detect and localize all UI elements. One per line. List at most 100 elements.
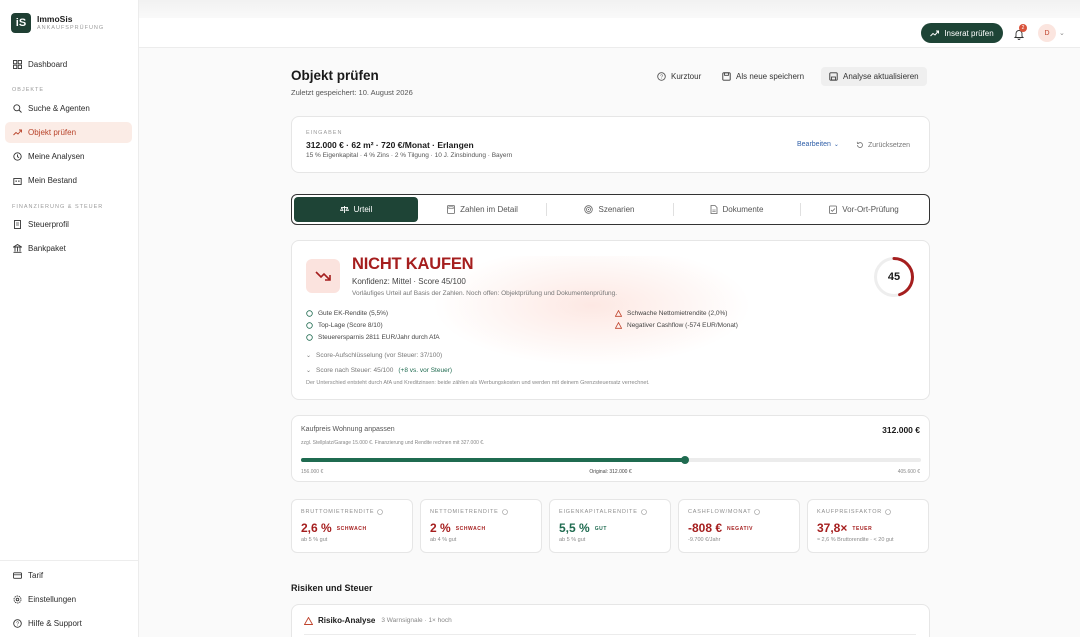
slider-title: Kaufpreis Wohnung anpassen xyxy=(301,426,395,433)
sidebar-item-mein-bestand[interactable]: Mein Bestand xyxy=(5,170,132,191)
trend-icon xyxy=(930,30,940,37)
bank-icon xyxy=(13,244,22,253)
slider-original-label: Original: 312.000 € xyxy=(589,469,632,475)
metric-value-text: -808 € xyxy=(688,521,723,535)
sidebar-item-label: Einstellungen xyxy=(28,595,77,604)
topbar-shade xyxy=(139,0,1080,18)
chevron-down-icon[interactable]: ⌄ xyxy=(1059,29,1065,37)
info-icon[interactable] xyxy=(501,509,508,515)
warning-icon xyxy=(615,322,622,329)
tab-vor-ort-pruefung[interactable]: Vor-Ort-Prüfung xyxy=(801,197,927,222)
metric-kaufpreisfaktor: KAUFPREISFAKTOR 37,8× TEUER ≈ 2,6 % Brutt… xyxy=(807,499,929,553)
inputs-label: EINGABEN xyxy=(306,130,343,136)
risk-analysis-title: Risiko-Analyse xyxy=(318,616,376,625)
trend-icon xyxy=(13,128,22,137)
metric-tag: GUT xyxy=(594,525,608,532)
brand-logo[interactable]: iS ImmoSis ANKAUFSPRÜFUNG xyxy=(11,13,104,33)
sidebar-item-label: Objekt prüfen xyxy=(28,128,77,137)
con-text: Negativer Cashflow (-574 EUR/Monat) xyxy=(627,322,738,329)
help-icon: ? xyxy=(13,619,22,628)
sidebar-item-steuerprofil[interactable]: Steuerprofil xyxy=(5,214,132,235)
con-item: Schwache Nettomietrendite (2,0%) xyxy=(615,310,727,317)
pro-item: Gute EK-Rendite (5,5%) xyxy=(306,310,388,317)
save-icon xyxy=(829,72,838,81)
inserat-pruefen-button[interactable]: Inserat prüfen xyxy=(921,23,1003,43)
price-slider-fill xyxy=(301,458,686,462)
price-slider-track[interactable] xyxy=(301,456,921,464)
sidebar: iS ImmoSis ANKAUFSPRÜFUNG Dashboard OBJE… xyxy=(0,0,139,637)
kurztour-button[interactable]: ? Kurztour xyxy=(657,67,701,86)
risk-analysis-card[interactable]: Risiko-Analyse 3 Warnsignale · 1× hoch xyxy=(291,604,930,637)
tab-urteil[interactable]: Urteil xyxy=(294,197,418,222)
search-icon xyxy=(13,104,22,113)
tab-szenarien[interactable]: Szenarien xyxy=(547,197,672,222)
metric-bruttomietrendite: BRUTTOMIETRENDITE 2,6 % SCHWACH ab 5 % gu… xyxy=(291,499,413,553)
warning-icon xyxy=(615,310,622,317)
warning-icon xyxy=(304,616,313,625)
sidebar-item-label: Hilfe & Support xyxy=(28,619,82,628)
metric-label: CASHFLOW/MONAT xyxy=(688,509,761,515)
info-icon[interactable] xyxy=(885,509,891,515)
sidebar-item-objekt-pruefen[interactable]: Objekt prüfen xyxy=(5,122,132,143)
svg-text:?: ? xyxy=(660,74,663,80)
tab-label: Vor-Ort-Prüfung xyxy=(842,205,899,214)
tab-zahlen-im-detail[interactable]: Zahlen im Detail xyxy=(420,197,545,222)
score-breakdown-toggle[interactable]: ⌄ Score-Aufschlüsselung (vor Steuer: 37/… xyxy=(306,352,442,359)
info-icon[interactable] xyxy=(377,509,384,515)
inputs-card: EINGABEN 312.000 € · 62 m² · 720 €/Monat… xyxy=(291,116,930,173)
file-icon xyxy=(710,205,718,214)
save-icon xyxy=(722,72,731,81)
page-title: Objekt prüfen xyxy=(291,68,379,83)
building-icon xyxy=(13,176,22,185)
kurztour-label: Kurztour xyxy=(671,72,702,81)
info-icon[interactable] xyxy=(754,509,761,515)
main-content: Objekt prüfen Zuletzt gespeichert: 10. A… xyxy=(139,48,1080,637)
score-after-tax-label: Score nach Steuer: 45/100 xyxy=(316,367,394,374)
trend-down-icon xyxy=(306,259,340,293)
verdict-headline: NICHT KAUFEN xyxy=(352,255,474,273)
metric-sub: ab 5 % gut xyxy=(559,537,586,543)
slider-note: zzgl. Stellplatz/Garage 15.000 €. Finanz… xyxy=(301,440,485,446)
sidebar-section-objekte: OBJEKTE xyxy=(12,87,45,93)
sidebar-item-meine-analysen[interactable]: Meine Analysen xyxy=(5,146,132,167)
grid-icon xyxy=(13,60,22,69)
sidebar-item-dashboard[interactable]: Dashboard xyxy=(5,54,132,75)
risk-divider xyxy=(304,634,916,635)
sidebar-item-label: Bankpaket xyxy=(28,244,66,253)
metric-cashflow: CASHFLOW/MONAT -808 € NEGATIV -9.700 €/Ja… xyxy=(678,499,800,553)
sidebar-footer xyxy=(0,560,139,561)
bearbeiten-button[interactable]: Bearbeiten ⌄ xyxy=(797,141,839,148)
metric-value-text: 2 % xyxy=(430,521,451,535)
tab-label: Dokumente xyxy=(722,205,764,214)
als-neue-speichern-button[interactable]: Als neue speichern xyxy=(722,67,804,86)
sidebar-item-einstellungen[interactable]: Einstellungen xyxy=(5,589,132,610)
inputs-summary: 312.000 € · 62 m² · 720 €/Monat · Erlang… xyxy=(306,140,474,150)
metric-sub: ≈ 2,6 % Bruttorendite · < 20 gut xyxy=(817,537,894,543)
info-icon[interactable] xyxy=(640,509,647,515)
sidebar-item-label: Dashboard xyxy=(28,60,68,69)
risks-section-title: Risiken und Steuer xyxy=(291,583,373,593)
inserat-pruefen-label: Inserat prüfen xyxy=(944,28,994,38)
sidebar-item-tarif[interactable]: Tarif xyxy=(5,565,132,586)
score-after-tax-toggle[interactable]: ⌄ Score nach Steuer: 45/100 (+8 vs. vor … xyxy=(306,367,452,374)
risk-analysis-meta: 3 Warnsignale · 1× hoch xyxy=(381,617,452,624)
gear-icon xyxy=(13,595,22,604)
sidebar-item-bankpaket[interactable]: Bankpaket xyxy=(5,238,132,259)
con-item: Negativer Cashflow (-574 EUR/Monat) xyxy=(615,322,738,329)
reset-icon xyxy=(856,141,864,149)
pro-text: Top-Lage (Score 8/10) xyxy=(318,322,383,329)
sidebar-item-suche[interactable]: Suche & Agenten xyxy=(5,98,132,119)
sidebar-item-hilfe[interactable]: ? Hilfe & Support xyxy=(5,613,132,634)
metric-value: 2 % SCHWACH xyxy=(430,521,486,535)
analyse-aktualisieren-button[interactable]: Analyse aktualisieren xyxy=(821,67,927,86)
pro-text: Gute EK-Rendite (5,5%) xyxy=(318,310,389,317)
tab-dokumente[interactable]: Dokumente xyxy=(674,197,799,222)
con-text: Schwache Nettomietrendite (2,0%) xyxy=(627,310,728,317)
avatar[interactable]: D xyxy=(1038,24,1056,42)
als-neue-speichern-label: Als neue speichern xyxy=(736,72,805,81)
price-slider-thumb[interactable] xyxy=(681,456,690,464)
check-circle-icon xyxy=(306,322,313,329)
zuruecksetzen-button[interactable]: Zurücksetzen xyxy=(856,141,910,149)
sidebar-item-label: Meine Analysen xyxy=(28,152,85,161)
sidebar-item-label: Tarif xyxy=(28,571,44,580)
